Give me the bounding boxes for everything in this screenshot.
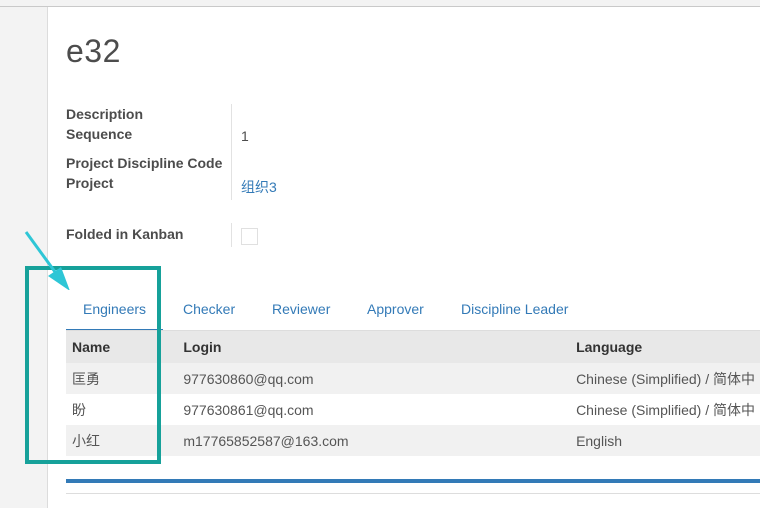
column-header-login[interactable]: Login — [177, 331, 571, 363]
highlight-box — [25, 266, 161, 464]
table-row[interactable]: 小红 m17765852587@163.com English — [66, 425, 760, 456]
column-header-language[interactable]: Language — [570, 331, 760, 363]
footer-accent-line — [66, 479, 760, 483]
footer-divider — [66, 493, 760, 494]
table-row[interactable]: 盼 977630861@qq.com Chinese (Simplified) … — [66, 394, 760, 425]
tab-approver[interactable]: Approver — [367, 287, 424, 331]
tab-reviewer[interactable]: Reviewer — [272, 287, 330, 331]
field-separator — [231, 223, 232, 247]
annotation-arrow-icon — [24, 231, 70, 290]
sequence-value: 1 — [241, 128, 249, 144]
cell-login: m17765852587@163.com — [177, 425, 571, 456]
cell-language: English — [570, 425, 760, 456]
project-link[interactable]: 组织3 — [241, 177, 277, 197]
engineers-table: Name Login Language 匡勇 977630860@qq.com … — [66, 331, 760, 456]
table-row[interactable]: 匡勇 977630860@qq.com Chinese (Simplified)… — [66, 363, 760, 394]
cell-login: 977630861@qq.com — [177, 394, 571, 425]
cell-language: Chinese (Simplified) / 简体中 — [570, 363, 760, 394]
folded-checkbox[interactable] — [241, 228, 258, 245]
cell-login: 977630860@qq.com — [177, 363, 571, 394]
tab-checker[interactable]: Checker — [183, 287, 235, 331]
tab-bar: Engineers Checker Reviewer Approver Disc… — [66, 287, 760, 331]
folded-label: Folded in Kanban — [66, 226, 184, 242]
field-separator — [231, 104, 232, 200]
tab-discipline-leader[interactable]: Discipline Leader — [461, 287, 568, 331]
discipline-code-label: Project Discipline Code — [66, 155, 223, 171]
cell-language: Chinese (Simplified) / 简体中 — [570, 394, 760, 425]
